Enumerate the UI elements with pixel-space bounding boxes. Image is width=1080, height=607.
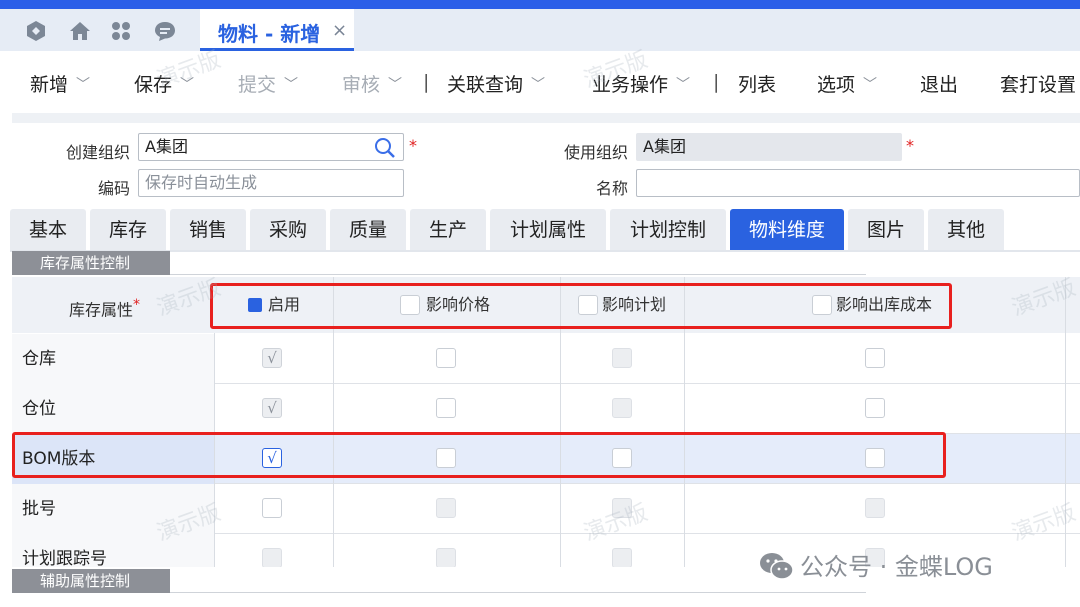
chevron-down-icon[interactable]: ﹀ bbox=[863, 74, 877, 94]
document-tab-title: 物料 - 新增 bbox=[218, 22, 321, 46]
tab-images[interactable]: 图片 bbox=[848, 209, 924, 251]
message-icon[interactable] bbox=[153, 19, 177, 43]
tab-planning-control[interactable]: 计划控制 bbox=[610, 209, 726, 251]
grid-header-attribute: 库存属性* bbox=[69, 297, 141, 320]
home-icon[interactable] bbox=[68, 19, 92, 43]
chevron-down-icon[interactable]: ﹀ bbox=[76, 74, 90, 94]
row-label: 批号 bbox=[22, 499, 56, 519]
row-label: 仓库 bbox=[22, 349, 56, 369]
enabled-checkbox[interactable] bbox=[262, 498, 282, 518]
enabled-checkbox bbox=[262, 548, 282, 567]
code-field[interactable]: 保存时自动生成 bbox=[138, 169, 404, 197]
toolbar-shadow bbox=[12, 113, 1080, 123]
print-settings-button[interactable]: 套打设置 bbox=[1000, 70, 1076, 97]
create-org-value: A集团 bbox=[145, 137, 188, 156]
toolbar-separator: | bbox=[423, 71, 430, 93]
section-aux-control[interactable]: 辅助属性控制 bbox=[12, 569, 170, 593]
name-field[interactable] bbox=[636, 169, 1080, 197]
options-button[interactable]: 选项 ﹀ bbox=[817, 70, 877, 97]
toolbar-separator: | bbox=[713, 71, 720, 93]
enabled-checkbox: √ bbox=[262, 348, 282, 368]
row-label: 仓位 bbox=[22, 399, 56, 419]
table-row[interactable]: 仓位 √ bbox=[12, 384, 1080, 434]
create-org-field[interactable]: A集团 bbox=[138, 133, 404, 161]
enabled-checkbox: √ bbox=[262, 398, 282, 418]
search-icon[interactable] bbox=[374, 137, 396, 159]
plan-checkbox bbox=[612, 398, 632, 418]
tab-sales[interactable]: 销售 bbox=[170, 209, 246, 251]
highlight-row-box bbox=[12, 432, 946, 478]
document-tab[interactable]: 物料 - 新增 × bbox=[200, 9, 354, 51]
top-accent-bar bbox=[0, 0, 1080, 9]
price-checkbox[interactable] bbox=[436, 398, 456, 418]
chevron-down-icon[interactable]: ﹀ bbox=[284, 74, 298, 94]
section-divider bbox=[170, 274, 866, 275]
tabs-divider bbox=[10, 250, 1080, 252]
chevron-down-icon[interactable]: ﹀ bbox=[676, 74, 690, 94]
cost-checkbox[interactable] bbox=[865, 398, 885, 418]
name-label: 名称 bbox=[595, 179, 628, 198]
code-label: 编码 bbox=[97, 179, 130, 198]
section-inventory-control[interactable]: 库存属性控制 bbox=[12, 251, 170, 275]
footer-watermark: 公众号 · 金蝶LOG bbox=[758, 547, 993, 582]
tab-other[interactable]: 其他 bbox=[928, 209, 1004, 251]
section-divider bbox=[170, 592, 866, 593]
plan-checkbox bbox=[612, 548, 632, 567]
code-placeholder: 保存时自动生成 bbox=[145, 173, 258, 192]
logo-icon[interactable] bbox=[24, 19, 48, 43]
tab-planning-attributes[interactable]: 计划属性 bbox=[490, 209, 606, 251]
use-org-value: A集团 bbox=[643, 137, 686, 156]
related-query-button[interactable]: 关联查询 ﹀ bbox=[447, 70, 545, 97]
row-label: 计划跟踪号 bbox=[22, 549, 107, 567]
use-org-field: A集团 bbox=[636, 133, 902, 161]
required-mark: * bbox=[133, 297, 141, 313]
app-window: 物料 - 新增 × 新增 ﹀ 保存 ﹀ 提交 ﹀ 审核 ﹀ | 关联查询 ﹀ 业务操作 ﹀ … bbox=[0, 0, 1080, 607]
tab-basic[interactable]: 基本 bbox=[10, 209, 86, 251]
create-org-label: 创建组织 bbox=[65, 143, 130, 162]
grid-column-divider bbox=[1065, 333, 1066, 567]
audit-button[interactable]: 审核 ﹀ bbox=[342, 70, 402, 97]
cost-checkbox bbox=[865, 498, 885, 518]
required-mark: * bbox=[409, 136, 417, 155]
price-checkbox[interactable] bbox=[436, 348, 456, 368]
tab-purchase[interactable]: 采购 bbox=[250, 209, 326, 251]
cost-checkbox[interactable] bbox=[865, 348, 885, 368]
use-org-label: 使用组织 bbox=[563, 143, 628, 162]
detail-tabs: 基本 库存 销售 采购 质量 生产 计划属性 计划控制 物料维度 图片 其他 bbox=[10, 209, 1080, 251]
apps-icon[interactable] bbox=[109, 19, 133, 43]
chevron-down-icon[interactable]: ﹀ bbox=[388, 74, 402, 94]
chevron-down-icon[interactable]: ﹀ bbox=[531, 74, 545, 94]
exit-button[interactable]: 退出 bbox=[920, 70, 958, 97]
list-button[interactable]: 列表 bbox=[738, 70, 776, 97]
tab-production[interactable]: 生产 bbox=[410, 209, 486, 251]
new-button[interactable]: 新增 ﹀ bbox=[30, 70, 90, 97]
price-checkbox bbox=[436, 548, 456, 567]
close-icon[interactable]: × bbox=[332, 20, 347, 41]
tab-material-dimension[interactable]: 物料维度 bbox=[730, 209, 844, 251]
tab-inventory[interactable]: 库存 bbox=[90, 209, 166, 251]
required-mark: * bbox=[906, 136, 914, 155]
highlight-header-box bbox=[210, 283, 952, 329]
table-row[interactable]: 仓库 √ bbox=[12, 334, 1080, 384]
submit-button[interactable]: 提交 ﹀ bbox=[238, 70, 298, 97]
plan-checkbox bbox=[612, 348, 632, 368]
tab-quality[interactable]: 质量 bbox=[330, 209, 406, 251]
footer-text: 公众号 · 金蝶LOG bbox=[800, 553, 993, 581]
nav-strip bbox=[0, 9, 1080, 51]
wechat-icon bbox=[760, 553, 794, 580]
price-checkbox bbox=[436, 498, 456, 518]
